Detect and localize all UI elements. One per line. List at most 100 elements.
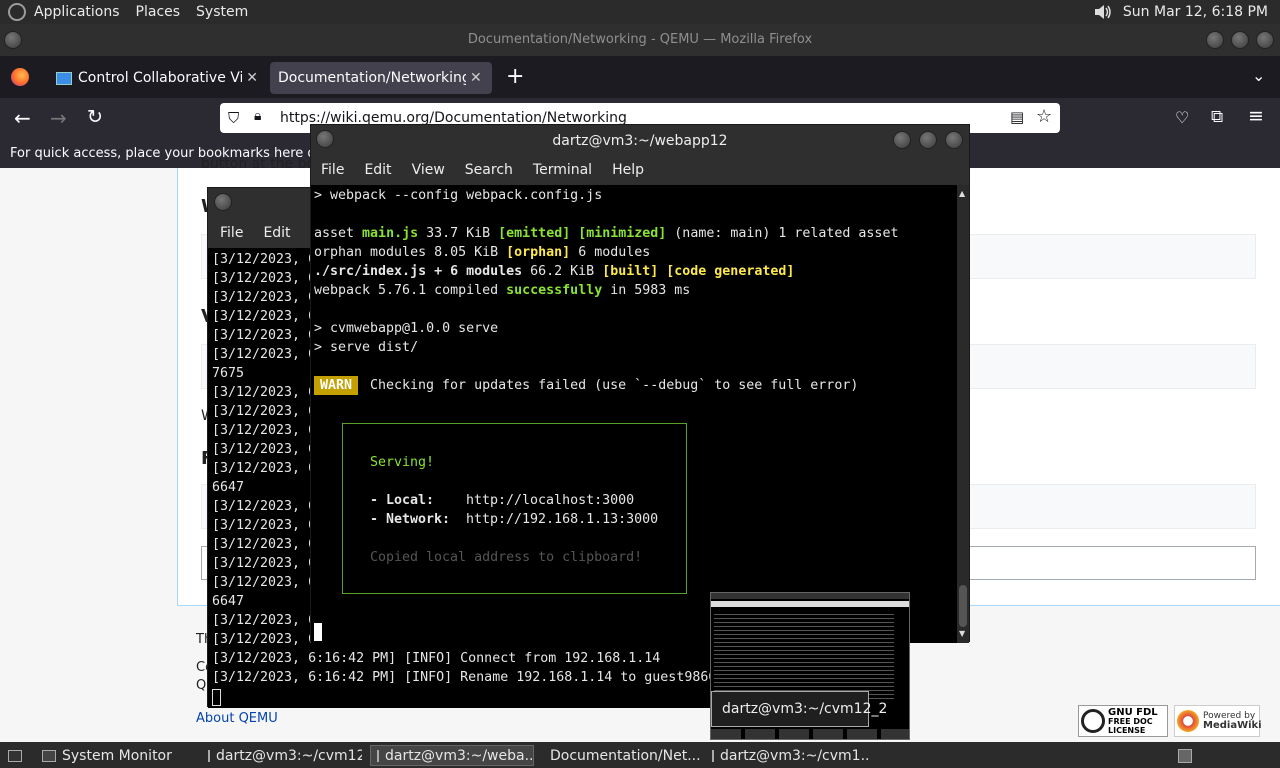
bookmark-star-icon[interactable]: ☆ — [1036, 106, 1052, 127]
network-label: - Network: — [370, 512, 451, 527]
system-monitor-icon — [42, 749, 56, 762]
gnu-fdl-badge[interactable]: GNU FDL FREE DOC LICENSE — [1078, 705, 1168, 737]
mediawiki-badge[interactable]: Powered by MediaWiki — [1174, 705, 1262, 737]
preview-titlebar — [711, 601, 909, 607]
menu-terminal[interactable]: Terminal — [523, 162, 602, 178]
taskbar-cvm12-terminal[interactable]: dartz@vm3:~/cvm12 — [202, 745, 362, 766]
workspace-switcher[interactable] — [1172, 745, 1198, 766]
tab-control-collaborative[interactable]: Control Collaborative Virtua ✕ — [48, 62, 266, 94]
list-all-tabs-icon[interactable]: ⌄ — [1252, 66, 1265, 85]
log-line: [3/12/2023, 6 — [212, 309, 317, 324]
log-line: [3/12/2023, 6 — [212, 347, 317, 362]
task-label: System Monitor — [62, 747, 172, 764]
task-label: dartz@vm3:~/weba... — [385, 747, 534, 764]
scrollbar-thumb[interactable] — [959, 585, 967, 627]
maximize-button[interactable] — [1231, 31, 1249, 49]
front-terminal-title: dartz@vm3:~/webapp12 — [552, 133, 728, 149]
log-line: [3/12/2023, 6 — [212, 518, 317, 533]
top-panel: Applications Places System Sun Mar 12, 6… — [0, 0, 1280, 24]
terminal-icon — [712, 749, 714, 762]
terminal-icon — [208, 749, 210, 762]
terminal-cursor — [314, 623, 322, 641]
window-menu-button[interactable] — [4, 31, 22, 49]
shield-icon[interactable]: ⛉ — [228, 109, 239, 127]
local-label: - Local: — [370, 493, 435, 508]
log-line: 6647 — [212, 594, 245, 609]
terminal-scrollbar[interactable]: ▲ ▼ — [957, 185, 969, 643]
log-line: [3/12/2023, 6 — [212, 461, 317, 476]
log-line: [3/12/2023, 6 — [212, 537, 317, 552]
serving-box: Serving! - Local: http://localhost:3000 … — [342, 423, 687, 594]
front-terminal-screen[interactable]: > webpack --config webpack.config.js ass… — [311, 185, 957, 643]
system-menu[interactable]: System — [188, 4, 256, 20]
log-line: [3/12/2023, 6:16:42 PM] [INFO] Connect f… — [212, 651, 661, 666]
taskbar-webapp-terminal[interactable]: dartz@vm3:~/weba... — [370, 745, 534, 766]
taskbar-system-monitor[interactable]: System Monitor — [36, 745, 196, 766]
badge-text: LICENSE — [1108, 725, 1146, 735]
menu-help[interactable]: Help — [602, 162, 654, 178]
gnome-foot-icon[interactable] — [8, 3, 26, 21]
about-qemu-link[interactable]: About QEMU — [196, 711, 278, 726]
minimize-button[interactable] — [893, 131, 911, 149]
log-line: [3/12/2023, 6 — [212, 328, 317, 343]
src-line: ./src/index.js + 6 modules 66.2 KiB [bui… — [314, 264, 795, 279]
applications-menu[interactable]: Applications — [26, 4, 128, 20]
menu-file[interactable]: File — [311, 162, 354, 178]
app-menu-icon[interactable]: ≡ — [1248, 105, 1264, 127]
taskbar-cvm1-terminal[interactable]: dartz@vm3:~/cvm1... — [706, 745, 870, 766]
content-snippet: button at the bo — [201, 156, 316, 172]
log-line: 6647 — [212, 480, 245, 495]
log-line: [3/12/2023, 6 — [212, 632, 317, 647]
close-button[interactable] — [1256, 31, 1274, 49]
minimize-button[interactable] — [1206, 31, 1224, 49]
reader-view-icon[interactable]: ▤ — [1010, 108, 1024, 126]
badge-text: MediaWiki — [1203, 720, 1262, 731]
maximize-button[interactable] — [919, 131, 937, 149]
command-line: > serve dist/ — [314, 340, 419, 355]
lock-icon[interactable]: 🔒︎ — [254, 108, 261, 124]
extensions-icon[interactable]: ⧉ — [1211, 107, 1223, 127]
back-icon[interactable]: ← — [14, 106, 31, 130]
log-line: [3/12/2023, 6:16:42 PM] [INFO] Rename 19… — [212, 670, 717, 685]
close-button[interactable] — [945, 131, 963, 149]
desktop-icon — [8, 749, 22, 762]
copied-text: Copied local address to clipboard! — [370, 550, 643, 565]
log-line: [3/12/2023, 6 — [212, 290, 317, 305]
volume-icon[interactable] — [1093, 3, 1113, 21]
menu-edit[interactable]: Edit — [354, 162, 401, 178]
tab-close-icon[interactable]: ✕ — [470, 70, 482, 86]
task-label: dartz@vm3:~/cvm1... — [720, 747, 870, 764]
window-menu-button[interactable] — [214, 193, 232, 211]
local-url[interactable]: http://localhost:3000 — [466, 491, 634, 510]
firefox-window-title: Documentation/Networking - QEMU — Mozill… — [0, 24, 1280, 56]
tab-documentation-networking[interactable]: Documentation/Networking - Q ✕ — [270, 62, 492, 94]
monitor-icon — [56, 71, 72, 85]
menu-view[interactable]: View — [402, 162, 455, 178]
tab-label: Control Collaborative Virtua — [78, 70, 243, 86]
log-line: [3/12/2023, 6 — [212, 575, 317, 590]
log-line: [3/12/2023, 6 — [212, 442, 317, 457]
window-menu-button[interactable] — [316, 130, 334, 148]
warn-badge: WARN — [314, 376, 359, 395]
log-line: [3/12/2023, 6 — [212, 423, 317, 438]
new-tab-button[interactable]: + — [506, 64, 524, 89]
firefox-icon[interactable] — [11, 68, 29, 86]
clock[interactable]: Sun Mar 12, 6:18 PM — [1123, 4, 1268, 20]
log-line: 7675 — [212, 366, 245, 381]
preview-menubar — [711, 593, 909, 599]
show-desktop-button[interactable] — [2, 745, 28, 766]
menu-file[interactable]: File — [210, 225, 253, 241]
tab-close-icon[interactable]: ✕ — [246, 70, 258, 86]
pocket-icon[interactable]: ♡ — [1175, 108, 1189, 127]
scroll-down-icon[interactable]: ▼ — [959, 629, 965, 638]
menu-edit[interactable]: Edit — [253, 225, 300, 241]
scroll-up-icon[interactable]: ▲ — [959, 189, 965, 198]
forward-icon[interactable]: → — [50, 106, 67, 130]
taskbar-firefox[interactable]: Documentation/Net... — [538, 745, 702, 766]
network-url[interactable]: http://192.168.1.13:3000 — [466, 510, 658, 529]
reload-icon[interactable]: ↻ — [87, 106, 103, 128]
menu-search[interactable]: Search — [455, 162, 523, 178]
command-line: > webpack --config webpack.config.js — [314, 188, 603, 203]
places-menu[interactable]: Places — [128, 4, 189, 20]
log-line: [3/12/2023, 6 — [212, 556, 317, 571]
